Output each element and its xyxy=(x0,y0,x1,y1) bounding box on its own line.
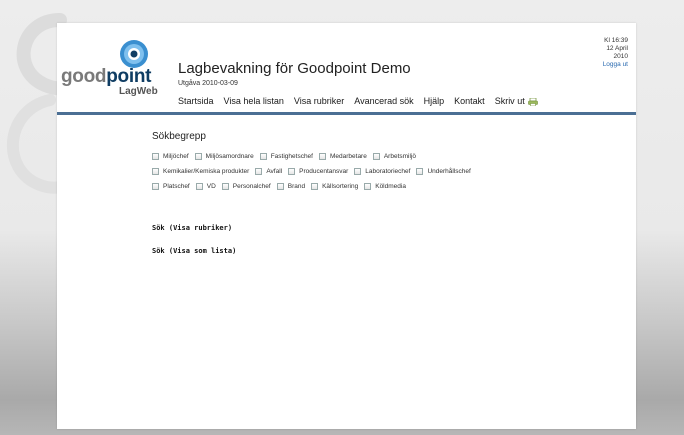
checkbox[interactable] xyxy=(152,182,159,190)
main-page: goodpoint LagWeb Lagbevakning för Goodpo… xyxy=(57,23,636,429)
term-label: Arbetsmiljö xyxy=(383,152,416,160)
checkbox[interactable] xyxy=(152,167,159,175)
term-checkbox-kallsortering[interactable]: Källsortering xyxy=(311,180,358,192)
header: goodpoint LagWeb Lagbevakning för Goodpo… xyxy=(57,23,636,115)
page-title: Lagbevakning för Goodpoint Demo xyxy=(178,60,411,77)
term-label: Miljösamordnare xyxy=(205,152,254,160)
main-nav: Startsida Visa hela listan Visa rubriker… xyxy=(178,96,538,108)
checkbox[interactable] xyxy=(152,152,159,160)
term-checkbox-fastighetschef[interactable]: Fastighetschef xyxy=(259,150,313,162)
term-label: Laboratoriechef xyxy=(365,167,411,175)
checkbox[interactable] xyxy=(318,152,326,160)
term-checkbox-arbetsmiljo[interactable]: Arbetsmiljö xyxy=(372,150,416,162)
checkbox[interactable] xyxy=(255,167,263,175)
nav-startsida[interactable]: Startsida xyxy=(178,96,214,108)
logo-wordmark-good: good xyxy=(61,66,107,87)
term-label: Producentansvar xyxy=(299,167,349,175)
term-label: Personalchef xyxy=(232,182,271,190)
term-label: Fastighetschef xyxy=(270,152,313,160)
session-info: Kl 16:39 12 April 2010 Logga ut xyxy=(603,37,628,69)
term-label: VD xyxy=(206,182,216,190)
term-checkbox-avfall[interactable]: Avfall xyxy=(255,165,282,177)
term-label: Platschef xyxy=(163,182,190,190)
checkbox[interactable] xyxy=(194,152,202,160)
checkbox[interactable] xyxy=(311,182,319,190)
checkbox[interactable] xyxy=(372,152,380,160)
term-checkbox-vd[interactable]: VD xyxy=(195,180,216,192)
section-title: Sökbegrepp xyxy=(152,131,206,142)
nav-kontakt[interactable]: Kontakt xyxy=(454,96,485,108)
term-label: Medarbetare xyxy=(329,152,367,160)
checkbox[interactable] xyxy=(259,152,267,160)
current-date: 12 April xyxy=(606,45,628,52)
logo-icon xyxy=(120,40,148,68)
search-terms-list: Miljöchef Miljösamordnare Fastighetschef… xyxy=(152,150,512,192)
logo-subtitle: LagWeb xyxy=(119,86,158,97)
term-checkbox-underhallschef[interactable]: Underhållschef xyxy=(416,165,471,177)
edition-label: Utgåva 2010-03-09 xyxy=(178,80,238,87)
term-label: Avfall xyxy=(266,167,283,175)
term-label: Miljöchef xyxy=(163,152,189,160)
search-show-list-link[interactable]: Sök (Visa som lista) xyxy=(152,247,236,255)
term-checkbox-miljosamordnare[interactable]: Miljösamordnare xyxy=(194,150,254,162)
checkbox[interactable] xyxy=(364,182,372,190)
search-section: Sökbegrepp Miljöchef Miljösamordnare Fas… xyxy=(152,131,622,192)
term-label: Kemikalier/Kemiska produkter xyxy=(163,167,250,175)
nav-hjalp[interactable]: Hjälp xyxy=(424,96,445,108)
goodpoint-logo[interactable]: goodpoint LagWeb xyxy=(61,39,165,99)
checkbox[interactable] xyxy=(288,167,296,175)
checkbox[interactable] xyxy=(221,182,229,190)
term-checkbox-platschef[interactable]: Platschef xyxy=(152,180,190,192)
term-label: Underhållschef xyxy=(427,167,471,175)
nav-visa-rubriker[interactable]: Visa rubriker xyxy=(294,96,344,108)
checkbox[interactable] xyxy=(195,182,203,190)
nav-avancerad-sok[interactable]: Avancerad sök xyxy=(354,96,413,108)
term-checkbox-brand[interactable]: Brand xyxy=(276,180,306,192)
term-label: Källsortering xyxy=(322,182,359,190)
printer-icon xyxy=(527,97,538,106)
nav-skriv-ut-label: Skriv ut xyxy=(494,96,525,106)
logo-wordmark-point: point xyxy=(106,66,152,87)
logout-link[interactable]: Logga ut xyxy=(603,61,628,69)
term-checkbox-miljochef[interactable]: Miljöchef xyxy=(152,150,189,162)
nav-visa-hela-listan[interactable]: Visa hela listan xyxy=(224,96,284,108)
checkbox[interactable] xyxy=(416,167,424,175)
current-time: Kl 16:39 xyxy=(604,37,628,44)
term-checkbox-producentansvar[interactable]: Producentansvar xyxy=(288,165,348,177)
checkbox[interactable] xyxy=(276,182,284,190)
term-checkbox-medarbetare[interactable]: Medarbetare xyxy=(318,150,367,162)
search-show-headings-link[interactable]: Sök (Visa rubriker) xyxy=(152,224,232,232)
term-checkbox-kemikalier[interactable]: Kemikalier/Kemiska produkter xyxy=(152,165,249,177)
checkbox[interactable] xyxy=(354,167,362,175)
term-label: Köldmedia xyxy=(375,182,406,190)
term-label: Brand xyxy=(287,182,306,190)
term-checkbox-personalchef[interactable]: Personalchef xyxy=(221,180,271,192)
term-checkbox-koldmedia[interactable]: Köldmedia xyxy=(364,180,406,192)
header-divider xyxy=(57,112,636,115)
logo-wordmark: goodpoint xyxy=(61,66,151,88)
term-checkbox-laboratoriechef[interactable]: Laboratoriechef xyxy=(354,165,410,177)
nav-skriv-ut[interactable]: Skriv ut xyxy=(495,96,538,108)
current-year: 2010 xyxy=(613,53,628,60)
